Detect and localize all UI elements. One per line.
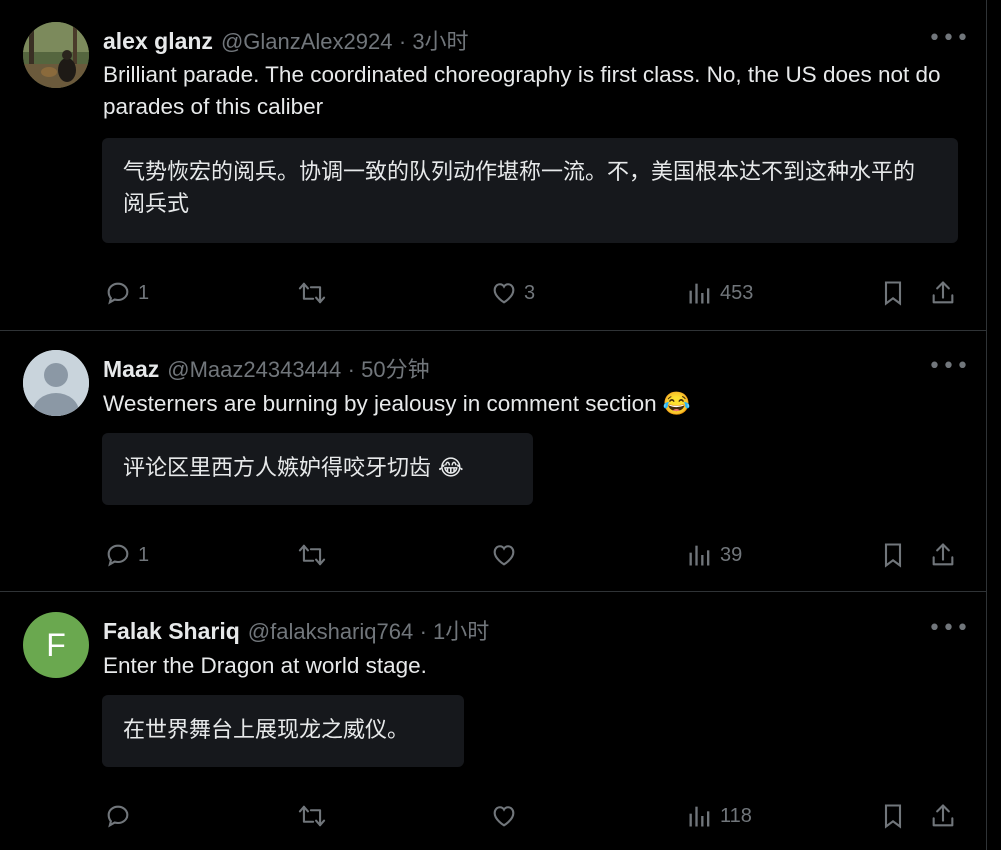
share-icon	[932, 281, 954, 304]
translation-box: 在世界舞台上展现龙之威仪。	[102, 695, 464, 767]
views-button[interactable]: 453	[686, 279, 753, 307]
retweet-icon	[298, 805, 326, 827]
author-name[interactable]: alex glanz	[103, 28, 213, 54]
reply-button[interactable]: 1	[104, 541, 149, 569]
reply-count: 1	[138, 281, 150, 304]
retweet-icon	[298, 282, 326, 304]
reply-count: 1	[138, 543, 150, 566]
views-icon	[689, 545, 710, 566]
bookmark-icon	[884, 543, 902, 568]
translation-text: 气势恢宏的阅兵。协调一致的队列动作堪称一流。不，美国根本达不到这种水平的阅兵式	[123, 160, 916, 217]
like-count: 3	[524, 281, 536, 304]
views-count: 39	[720, 543, 743, 566]
post-text: Westerners are burning by jealousy in co…	[103, 391, 691, 416]
post-time[interactable]: · 50分钟	[348, 357, 430, 382]
author-line: Falak Shariq @falakshariq764 · 1小时	[103, 614, 489, 646]
tweet-3[interactable]: F Falak Shariq @falakshariq764 · 1小时 ••• …	[0, 592, 987, 850]
post-text: Brilliant parade. The coordinated choreo…	[103, 62, 941, 119]
like-icon	[493, 283, 515, 304]
views-icon	[689, 806, 710, 827]
author-name[interactable]: Falak Shariq	[103, 618, 240, 644]
retweet-button[interactable]	[297, 279, 327, 307]
translation-text: 评论区里西方人嫉妒得咬牙切齿 😂	[123, 456, 464, 481]
views-count: 453	[720, 281, 754, 304]
more-icon[interactable]: •••	[928, 26, 970, 51]
share-icon	[932, 543, 954, 566]
avatar[interactable]	[23, 350, 89, 416]
translation-text: 在世界舞台上展现龙之威仪。	[123, 718, 410, 743]
bookmark-button[interactable]	[879, 541, 907, 569]
like-icon	[493, 545, 515, 566]
like-button[interactable]	[490, 802, 518, 830]
views-icon	[689, 283, 710, 304]
author-handle[interactable]: @Maaz24343444	[167, 357, 341, 382]
retweet-icon	[298, 544, 326, 566]
post-text: Enter the Dragon at world stage.	[103, 653, 427, 678]
like-icon	[493, 806, 515, 827]
share-button[interactable]	[929, 541, 957, 569]
avatar[interactable]: F	[23, 612, 89, 678]
like-button[interactable]	[490, 541, 518, 569]
avatar-photo	[23, 22, 89, 88]
default-avatar-icon	[23, 350, 89, 416]
views-button[interactable]: 39	[686, 541, 742, 569]
share-button[interactable]	[929, 279, 957, 307]
share-button[interactable]	[929, 802, 957, 830]
share-icon	[932, 804, 954, 827]
bookmark-icon	[884, 281, 902, 306]
author-name[interactable]: Maaz	[103, 356, 159, 382]
reply-icon	[107, 282, 129, 305]
retweet-button[interactable]	[297, 541, 327, 569]
avatar[interactable]	[23, 22, 89, 88]
retweet-button[interactable]	[297, 802, 327, 830]
translation-box: 评论区里西方人嫉妒得咬牙切齿 😂	[102, 433, 533, 505]
reply-icon	[107, 805, 129, 828]
avatar-letter: F	[46, 626, 66, 663]
tweet-1[interactable]: alex glanz @GlanzAlex2924 · 3小时 ••• Brill…	[0, 0, 987, 330]
author-handle[interactable]: @falakshariq764	[248, 619, 413, 644]
author-line: Maaz @Maaz24343444 · 50分钟	[103, 352, 430, 384]
bookmark-button[interactable]	[879, 802, 907, 830]
post-time[interactable]: · 3小时	[399, 29, 469, 54]
bookmark-button[interactable]	[879, 279, 907, 307]
views-button[interactable]: 118	[686, 802, 752, 830]
tweet-2[interactable]: Maaz @Maaz24343444 · 50分钟 ••• Westerners …	[0, 331, 987, 591]
bookmark-icon	[884, 804, 902, 829]
translation-box: 气势恢宏的阅兵。协调一致的队列动作堪称一流。不，美国根本达不到这种水平的阅兵式	[102, 138, 958, 243]
more-icon[interactable]: •••	[928, 354, 970, 379]
reply-button[interactable]	[104, 802, 132, 830]
reply-button[interactable]: 1	[104, 279, 149, 307]
author-line: alex glanz @GlanzAlex2924 · 3小时	[103, 24, 469, 56]
reply-icon	[107, 544, 129, 567]
author-handle[interactable]: @GlanzAlex2924	[221, 29, 393, 54]
more-icon[interactable]: •••	[928, 616, 970, 641]
views-count: 118	[720, 804, 752, 827]
like-button[interactable]: 3	[490, 279, 535, 307]
post-time[interactable]: · 1小时	[420, 619, 490, 644]
